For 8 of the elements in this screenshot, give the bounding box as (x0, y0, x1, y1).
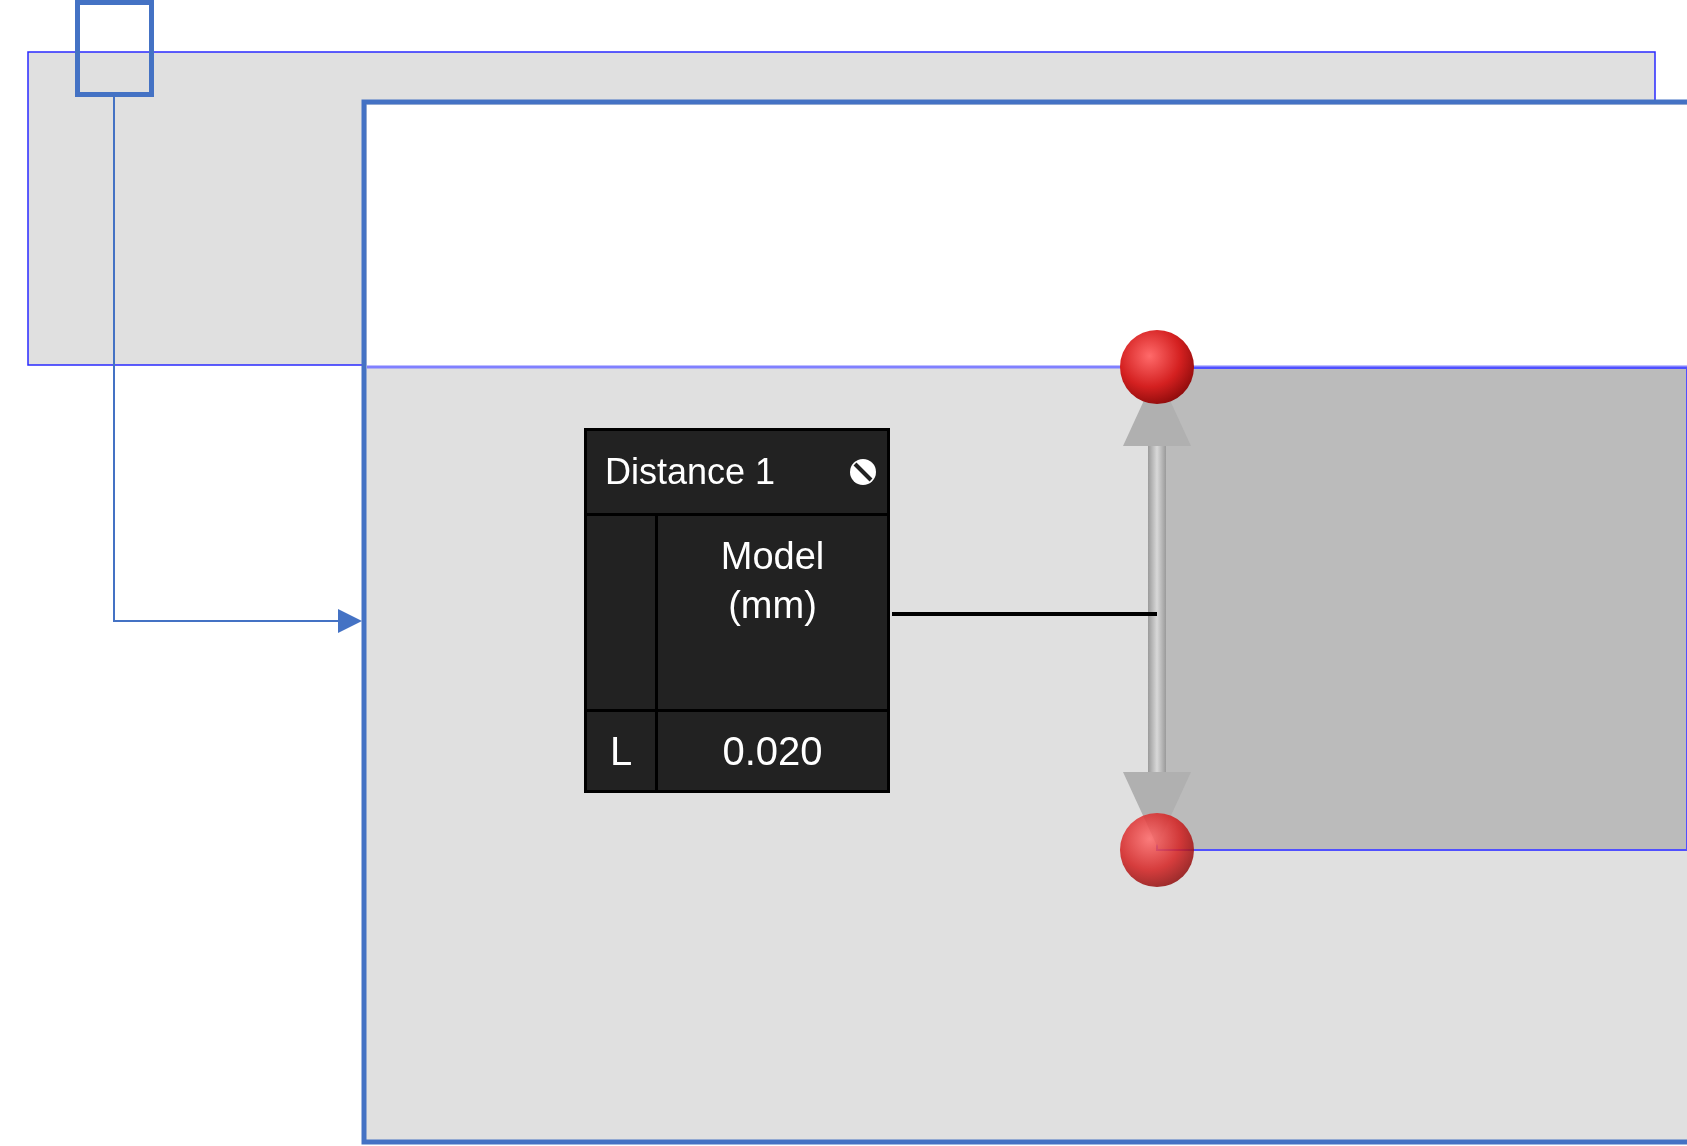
column-header: Model (mm) (719, 534, 826, 629)
row-label: L (609, 728, 633, 774)
endpoint-marker[interactable] (1120, 330, 1194, 404)
endpoint-marker[interactable] (1120, 813, 1194, 887)
label-title: Distance 1 (605, 451, 776, 493)
measurement-label[interactable]: Distance 1 Model (mm) L 0.020 (584, 428, 890, 793)
measurement-value: 0.020 (722, 728, 823, 774)
disable-icon[interactable] (849, 458, 877, 486)
